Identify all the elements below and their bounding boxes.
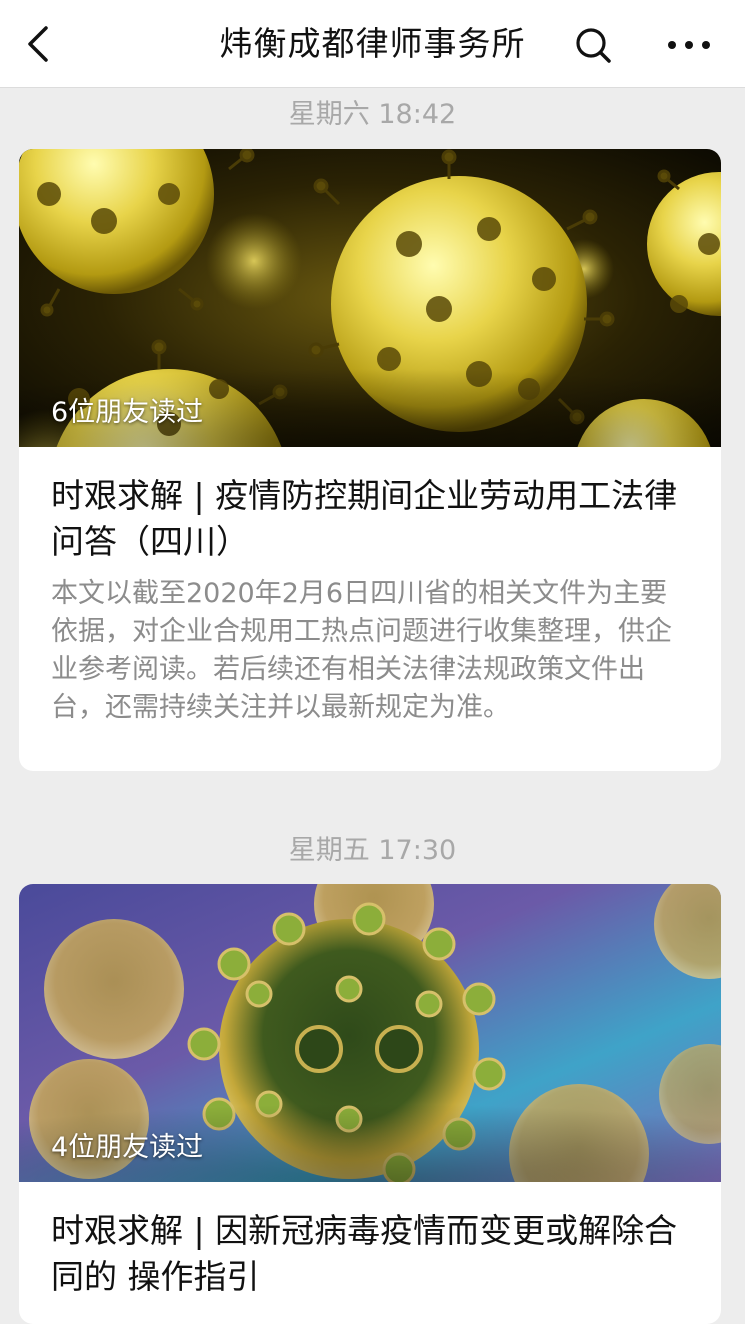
more-dots-icon bbox=[668, 41, 710, 49]
search-button[interactable] bbox=[572, 24, 614, 66]
article-card[interactable]: 6位朋友读过 时艰求解 | 疫情防控期间企业劳动用工法律问答（四川） 本文以截至… bbox=[19, 149, 721, 771]
friends-read-label: 6位朋友读过 bbox=[51, 397, 204, 428]
page-title: 炜衡成都律师事务所 bbox=[219, 24, 526, 63]
article-summary: 本文以截至2020年2月6日四川省的相关文件为主要依据，对企业合规用工热点问题进… bbox=[51, 578, 672, 723]
article-cover: 4位朋友读过 bbox=[19, 884, 721, 1182]
article-card[interactable]: 4位朋友读过 时艰求解 | 因新冠病毒疫情而变更或解除合同的 操作指引 bbox=[19, 884, 721, 1324]
article-cover: 6位朋友读过 bbox=[19, 149, 721, 447]
friends-read-label: 4位朋友读过 bbox=[51, 1132, 204, 1163]
timestamp: 星期六 18:42 bbox=[288, 99, 457, 130]
more-button[interactable] bbox=[664, 28, 714, 62]
search-icon bbox=[576, 28, 611, 63]
article-title: 时艰求解 | 因新冠病毒疫情而变更或解除合同的 操作指引 bbox=[51, 1211, 678, 1296]
timestamp: 星期五 17:30 bbox=[288, 835, 457, 866]
top-bar: 炜衡成都律师事务所 bbox=[0, 0, 745, 88]
article-title: 时艰求解 | 疫情防控期间企业劳动用工法律问答（四川） bbox=[51, 476, 678, 561]
